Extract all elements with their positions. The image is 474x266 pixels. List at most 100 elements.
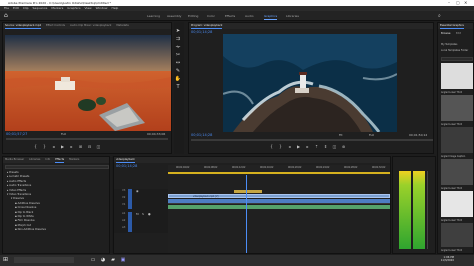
- play-icon[interactable]: ▶: [296, 144, 301, 150]
- program-quality-dropdown[interactable]: Full: [369, 133, 374, 137]
- tab-edit[interactable]: Edit: [456, 32, 461, 35]
- adjustment-clip[interactable]: [234, 190, 262, 193]
- tab-audio-clip-mixer[interactable]: Audio Clip Mixer: videoplayback: [70, 23, 111, 29]
- workspace-libraries[interactable]: Libraries: [286, 13, 299, 19]
- template-thumb-5[interactable]: [441, 191, 473, 217]
- step-back-icon[interactable]: ◂: [51, 144, 56, 150]
- mark-out-icon[interactable]: }: [42, 144, 47, 150]
- template-search-input[interactable]: [441, 57, 473, 61]
- source-scrub-bar[interactable]: [6, 138, 168, 140]
- tab-media-browser[interactable]: Media Browser: [5, 157, 24, 163]
- effects-search-input[interactable]: [5, 165, 109, 169]
- tab-metadata[interactable]: Metadata: [116, 23, 128, 29]
- hand-icon[interactable]: ✋: [174, 76, 182, 83]
- workspace-audio[interactable]: Audio: [245, 13, 254, 19]
- mark-out-icon[interactable]: }: [278, 144, 283, 150]
- export-frame-icon[interactable]: ◫: [332, 144, 337, 150]
- workspace-learning[interactable]: Learning: [147, 13, 160, 19]
- search-icon[interactable]: ⌕: [438, 13, 441, 19]
- tab-libraries[interactable]: Libraries: [29, 157, 40, 163]
- template-thumb-3[interactable]: [441, 127, 473, 153]
- step-forward-icon[interactable]: ▸: [69, 144, 74, 150]
- template-label-2: Angled Lower Third: [441, 123, 463, 126]
- template-thumb-1[interactable]: [441, 63, 473, 89]
- track-target-audio[interactable]: [128, 212, 132, 232]
- tracks-area[interactable]: videoplayback.mp4 [V]: [168, 175, 390, 253]
- mark-in-icon[interactable]: {: [269, 144, 274, 150]
- ripple-edit-icon[interactable]: ⟛: [174, 44, 182, 51]
- audio-meter-right: [413, 171, 425, 249]
- type-icon[interactable]: T: [174, 84, 182, 91]
- timeline-timecode[interactable]: 00;01;14;28: [116, 164, 137, 168]
- source-timecode[interactable]: 00;01;57;27: [6, 132, 106, 136]
- program-scrub-bar[interactable]: [191, 139, 433, 141]
- razor-icon[interactable]: ✂: [174, 52, 182, 59]
- track-label: A2: [122, 219, 126, 222]
- tab-source[interactable]: Source: videoplayback.mp4: [5, 23, 41, 29]
- overwrite-icon[interactable]: ⊟: [87, 144, 92, 150]
- mic-icon[interactable]: ●: [148, 212, 151, 216]
- pen-icon[interactable]: ✎: [174, 68, 182, 75]
- audio-meter-left: [399, 171, 411, 249]
- mute-icon[interactable]: M: [136, 212, 139, 216]
- template-thumb-2[interactable]: [441, 95, 473, 121]
- program-fit-dropdown[interactable]: Fit: [339, 133, 343, 137]
- tab-markers[interactable]: Markers: [69, 157, 79, 163]
- chrome-icon[interactable]: ◕: [100, 257, 106, 263]
- home-icon[interactable]: ⌂: [4, 13, 10, 19]
- template-thumb-4[interactable]: [441, 159, 473, 185]
- video-clip-lower[interactable]: [168, 199, 390, 203]
- windows-start-icon[interactable]: ⊞: [3, 257, 9, 263]
- eye-icon[interactable]: ◉: [136, 189, 139, 193]
- insert-icon[interactable]: ⊞: [78, 144, 83, 150]
- list-item[interactable]: ▪ Non-Additive Dissolve: [7, 228, 46, 232]
- track-select-icon[interactable]: ⇉: [174, 36, 182, 43]
- playhead[interactable]: [246, 175, 247, 253]
- source-duration: 00;04;33;06: [147, 132, 166, 136]
- premiere-icon[interactable]: ▣: [120, 257, 126, 263]
- extract-icon[interactable]: ⇞: [323, 144, 328, 150]
- essential-graphics-panel: Essential Graphics Browse Edit My Templa…: [437, 22, 474, 254]
- tab-effects[interactable]: Effects: [55, 157, 65, 163]
- clock[interactable]: 1:06 PM 11/3/2020: [430, 256, 454, 262]
- step-back-icon[interactable]: ◂: [287, 144, 292, 150]
- workspace-assembly[interactable]: Assembly: [167, 13, 181, 19]
- workspace-effects[interactable]: Effects: [225, 13, 235, 19]
- play-icon[interactable]: ▶: [60, 144, 65, 150]
- tab-effect-controls[interactable]: Effect Controls: [46, 23, 65, 29]
- program-timecode-bottom[interactable]: 00;01;14;28: [191, 133, 212, 137]
- effects-panel: Media Browser Libraries Info Effects Mar…: [2, 156, 110, 254]
- local-templates-option[interactable]: Local Templates Folder: [441, 49, 468, 52]
- tab-sequence[interactable]: videoplayback: [116, 157, 135, 163]
- essential-graphics-tabs: Essential Graphics: [438, 23, 473, 29]
- export-frame-icon[interactable]: ◫: [96, 144, 101, 150]
- selection-tool-icon[interactable]: ➤: [174, 28, 182, 35]
- step-forward-icon[interactable]: ▸: [305, 144, 310, 150]
- my-templates-option[interactable]: My Templates: [441, 43, 457, 46]
- template-thumb-6[interactable]: [441, 223, 473, 247]
- tab-info[interactable]: Info: [45, 157, 50, 163]
- mark-in-icon[interactable]: {: [33, 144, 38, 150]
- work-area-bar[interactable]: [168, 172, 390, 174]
- video-clip[interactable]: videoplayback.mp4 [V]: [168, 194, 390, 198]
- workspace-color[interactable]: Color: [207, 13, 215, 19]
- solo-icon[interactable]: S: [142, 212, 144, 216]
- workspace-editing[interactable]: Editing: [188, 13, 198, 19]
- taskbar-search-input[interactable]: [14, 257, 74, 263]
- source-fit-dropdown[interactable]: Full: [61, 132, 66, 136]
- vr-icon[interactable]: ⊛: [341, 144, 346, 150]
- track-label: V1: [122, 203, 126, 206]
- lift-icon[interactable]: ⇡: [314, 144, 319, 150]
- program-timecode[interactable]: 00;01;14;28: [191, 30, 212, 34]
- slip-icon[interactable]: ↔: [174, 60, 182, 67]
- audio-clip[interactable]: [168, 205, 390, 209]
- task-view-icon[interactable]: ▭: [90, 257, 96, 263]
- ruler-label: 00;01;28;02: [344, 166, 358, 169]
- workspace-graphics[interactable]: Graphics: [264, 13, 278, 20]
- track-target-video[interactable]: [128, 189, 132, 209]
- tab-browse[interactable]: Browse: [441, 32, 450, 35]
- tab-essential-graphics[interactable]: Essential Graphics: [440, 23, 464, 29]
- tab-program[interactable]: Program: videoplayback: [191, 23, 223, 29]
- time-ruler[interactable]: 00;01;04;02 00;01;08;02 00;01;12;02 00;0…: [168, 165, 390, 175]
- folder-icon[interactable]: ▰: [110, 257, 116, 263]
